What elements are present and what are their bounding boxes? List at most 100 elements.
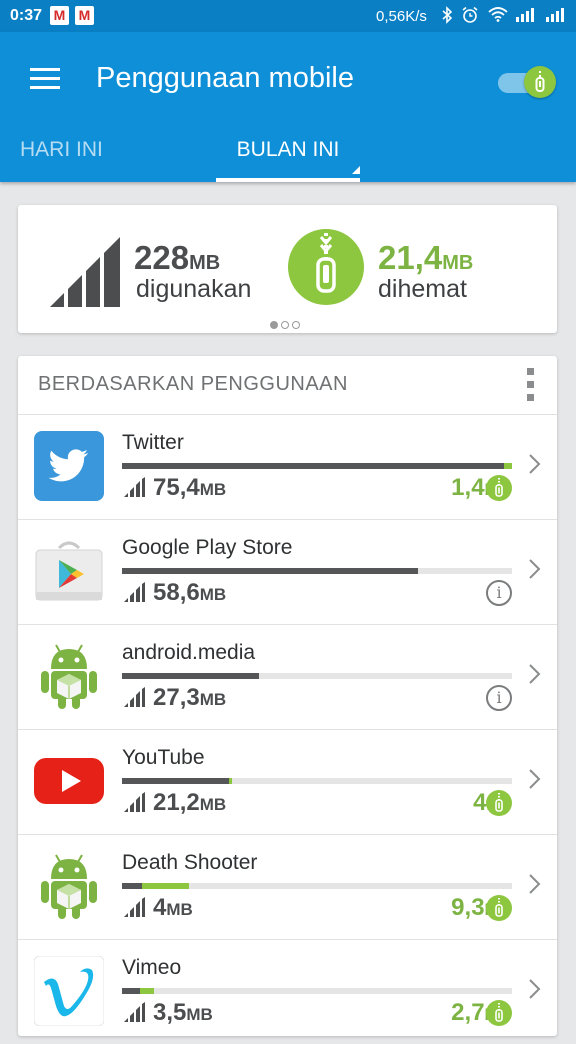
- tab-today[interactable]: HARI INI: [20, 138, 103, 182]
- app-name: android.media: [122, 641, 256, 664]
- chevron-right-icon: [528, 558, 542, 585]
- saved-value: 4: [473, 789, 487, 816]
- tab-this-month[interactable]: BULAN INI: [216, 138, 360, 182]
- notification-badge-icon: M: [75, 6, 94, 25]
- usage-summary-card[interactable]: 228MB digunakan 21,4MB dihemat: [18, 205, 557, 333]
- signal-bars-icon: [124, 477, 146, 502]
- list-header: BERDASARKAN PENGGUNAAN: [38, 373, 348, 395]
- app-data-used: 4MB: [153, 894, 193, 922]
- bluetooth-icon: [441, 6, 453, 29]
- usage-bar-saved: [140, 988, 154, 994]
- wifi-icon: [488, 6, 508, 27]
- saved-label: dihemat: [378, 275, 467, 303]
- usage-bar: [122, 673, 512, 679]
- used-value: 4: [153, 894, 167, 921]
- alarm-icon: [461, 6, 479, 29]
- usage-bar-saved: [229, 778, 232, 784]
- app-bar: Penggunaan mobile HARI INI BULAN INI: [0, 32, 576, 182]
- more-options-icon[interactable]: [524, 368, 536, 402]
- android-icon: [34, 851, 104, 921]
- app-data-used: 21,2MB: [153, 789, 226, 817]
- app-name: Twitter: [122, 431, 184, 454]
- usage-bar-used: [122, 463, 504, 469]
- page-title: Penggunaan mobile: [96, 62, 354, 94]
- used-value: 27,3: [153, 684, 200, 711]
- saved-value: 2,7: [451, 999, 485, 1026]
- app-name: Death Shooter: [122, 851, 258, 874]
- page-indicator: [270, 316, 303, 334]
- page-dot: [270, 321, 278, 329]
- zipper-icon: [486, 1000, 512, 1026]
- usage-bar-used: [122, 568, 418, 574]
- menu-icon[interactable]: [28, 66, 62, 92]
- usage-bar-used: [122, 988, 140, 994]
- app-row[interactable]: android.media 27,3MB i: [18, 624, 557, 729]
- app-usage-list: BERDASARKAN PENGGUNAAN Twitter75,4MB1,4M…: [18, 356, 557, 1036]
- used-value: 75,4: [153, 474, 200, 501]
- app-name: Google Play Store: [122, 536, 293, 559]
- usage-bar-used: [122, 673, 259, 679]
- used-value: 21,2: [153, 789, 200, 816]
- vimeo-icon: [33, 955, 105, 1027]
- chevron-right-icon: [528, 663, 542, 690]
- app-row[interactable]: Google Play Store 58,6MB i: [18, 519, 557, 624]
- app-row[interactable]: YouTube21,2MB4KB: [18, 729, 557, 834]
- used-unit: MB: [199, 795, 227, 814]
- app-row[interactable]: Vimeo 3,5MB 2,7 MB: [18, 939, 557, 1044]
- usage-bar: [122, 568, 512, 574]
- usage-bar: [122, 463, 512, 469]
- dropdown-triangle-icon[interactable]: [352, 166, 360, 174]
- status-bar: 0:37 M M 0,56K/s: [0, 0, 576, 32]
- signal-bars-icon: [124, 792, 146, 817]
- signal-bars-icon: [124, 897, 146, 922]
- total-used: 228MB: [134, 239, 221, 276]
- app-row[interactable]: Twitter 75,4MB 1,4 MB: [18, 414, 557, 519]
- chevron-right-icon: [528, 873, 542, 900]
- zipper-icon: [486, 895, 512, 921]
- app-data-used: 27,3MB: [153, 684, 226, 712]
- info-icon[interactable]: i: [486, 685, 512, 711]
- zipper-icon: [486, 475, 512, 501]
- chevron-right-icon: [528, 978, 542, 1005]
- twitter-icon: [34, 431, 104, 501]
- saved-value: 1,4: [451, 474, 485, 501]
- used-unit: MB: [199, 585, 227, 604]
- data-saver-toggle[interactable]: [496, 66, 556, 98]
- total-saved: 21,4MB: [378, 239, 474, 276]
- chevron-right-icon: [528, 768, 542, 795]
- app-data-used: 75,4MB: [153, 474, 226, 502]
- android-icon: [34, 641, 104, 711]
- used-unit: MB: [186, 1005, 213, 1024]
- network-speed: 0,56K/s: [376, 8, 427, 25]
- used-unit: MB: [199, 690, 227, 709]
- usage-bar: [122, 883, 512, 889]
- signal-bars-icon: [124, 687, 146, 712]
- page-dot: [281, 321, 289, 329]
- app-name: Vimeo: [122, 956, 182, 979]
- app-data-used: 58,6MB: [153, 579, 226, 607]
- play-store-icon: [34, 536, 104, 606]
- page-dot: [292, 321, 300, 329]
- zipper-icon: [288, 229, 364, 305]
- youtube-icon: [34, 746, 104, 816]
- app-name: YouTube: [122, 746, 205, 769]
- saved-value: 9,3: [451, 894, 485, 921]
- used-value: 58,6: [153, 579, 200, 606]
- signal-bars-icon: [124, 582, 146, 607]
- zipper-icon: [486, 790, 512, 816]
- chevron-right-icon: [528, 453, 542, 480]
- signal-bars-icon: [124, 1002, 146, 1027]
- usage-bar: [122, 988, 512, 994]
- app-data-used: 3,5MB: [153, 999, 213, 1027]
- signal-bars-icon: [50, 237, 120, 307]
- signal-icon: [546, 6, 568, 27]
- used-unit: MB: [166, 900, 193, 919]
- status-time: 0:37: [10, 7, 43, 24]
- usage-bar-used: [122, 883, 142, 889]
- used-unit: MB: [199, 480, 227, 499]
- usage-bar-saved: [142, 883, 189, 889]
- app-row[interactable]: Death Shooter 4MB 9,3 MB: [18, 834, 557, 939]
- usage-bar-saved: [504, 463, 512, 469]
- info-icon[interactable]: i: [486, 580, 512, 606]
- zipper-icon: [524, 66, 556, 98]
